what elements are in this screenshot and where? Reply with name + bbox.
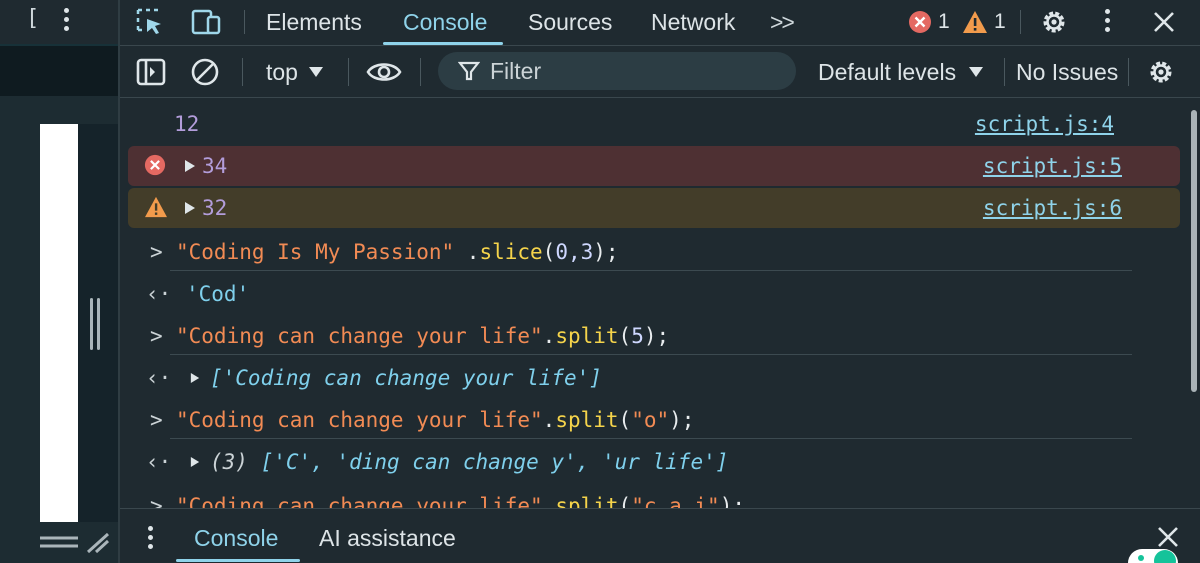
grammarly-icon[interactable]: [1128, 547, 1178, 563]
console-result-line: ‹· ['Coding can change your life']: [120, 358, 1180, 398]
console-result-line: ‹· 'Cod': [120, 274, 1180, 314]
customize-more-icon[interactable]: [1105, 9, 1110, 32]
result-arrow-icon: ‹·: [146, 450, 172, 474]
expand-triangle-icon[interactable]: [190, 455, 200, 469]
toolbar-separator: [1004, 58, 1005, 86]
input-prompt-icon: >: [150, 324, 163, 348]
more-tabs-chevron-icon[interactable]: >>: [770, 6, 795, 38]
drawer-tab-console[interactable]: Console: [194, 525, 278, 552]
expand-triangle-icon[interactable]: [190, 371, 200, 385]
input-prompt-icon: >: [150, 494, 163, 508]
expand-triangle-icon[interactable]: [184, 159, 196, 173]
filter-funnel-icon: [458, 61, 480, 81]
split-drag-handle[interactable]: [90, 298, 102, 350]
context-value: top: [266, 58, 298, 85]
warning-value: 32: [202, 196, 228, 220]
console-message-log: 12 script.js:4: [120, 104, 1180, 144]
drawer-active-indicator: [176, 559, 300, 562]
tabbar-separator: [244, 10, 245, 34]
entry-divider: [170, 438, 1132, 439]
console-input-line: > "Coding can change your life".split("o…: [120, 400, 1180, 440]
device-toolbar-icon[interactable]: [188, 4, 224, 40]
log-value: 12: [174, 112, 200, 136]
input-code: "Coding can change your life".split("o")…: [176, 408, 695, 432]
page-preview: [40, 124, 78, 522]
console-settings-gear-icon[interactable]: [1146, 54, 1176, 90]
close-drawer-icon[interactable]: [1156, 525, 1180, 549]
scrollbar-thumb[interactable]: [1191, 110, 1197, 392]
tab-elements[interactable]: Elements: [266, 6, 362, 38]
tab-network[interactable]: Network: [651, 6, 735, 38]
entry-divider: [170, 270, 1132, 271]
toolbar-separator: [242, 58, 243, 86]
console-scrollbar[interactable]: [1188, 98, 1200, 508]
tabbar-separator: [1020, 10, 1021, 34]
log-levels-dropdown[interactable]: Default levels: [818, 54, 984, 90]
sidebar-toggle-icon[interactable]: [136, 54, 166, 90]
clear-console-icon[interactable]: [190, 54, 220, 90]
close-devtools-icon[interactable]: [1146, 4, 1182, 40]
console-toolbar: top Default levels No Issues: [120, 46, 1200, 98]
log-levels-label: Default levels: [818, 58, 957, 85]
result-arrow-icon: ‹·: [146, 366, 172, 390]
console-message-error: 34 script.js:5: [128, 146, 1180, 186]
left-more-icon[interactable]: [64, 8, 69, 31]
drawer-tab-ai-assistance[interactable]: AI assistance: [319, 525, 456, 552]
devtools-tabbar: Elements Console Sources Network >> 1 1: [120, 0, 1200, 46]
error-icon: [909, 11, 931, 33]
issues-label: No Issues: [1016, 58, 1119, 85]
tab-sources[interactable]: Sources: [528, 6, 612, 38]
console-message-warning: 32 script.js:6: [128, 188, 1180, 228]
filter-input[interactable]: [490, 57, 770, 85]
console-result-line: ‹· (3) ['C', 'ding can change y', 'ur li…: [120, 442, 1180, 482]
bottom-drawer: Console AI assistance: [120, 508, 1200, 563]
tab-console[interactable]: Console: [403, 6, 487, 38]
dropdown-arrow-icon: [308, 67, 323, 77]
error-count: 1: [938, 10, 950, 33]
result-value: (3) ['C', 'ding can change y', 'ur life'…: [210, 450, 729, 474]
expand-triangle-icon[interactable]: [184, 201, 196, 215]
input-code: "Coding can change your life".split(5);: [176, 324, 670, 348]
warning-count-badge[interactable]: 1: [962, 6, 1006, 38]
input-prompt-icon: >: [150, 240, 163, 264]
active-tab-indicator: [383, 42, 503, 45]
warning-icon: [145, 196, 167, 218]
dropdown-arrow-icon: [969, 67, 984, 77]
filter-box[interactable]: [438, 52, 796, 90]
left-toolbar: [0, 46, 120, 96]
error-count-badge[interactable]: 1: [908, 6, 950, 38]
warning-count: 1: [994, 10, 1006, 33]
result-arrow-icon: ‹·: [146, 282, 172, 306]
inspect-element-icon[interactable]: [132, 4, 168, 40]
result-value: ['Coding can change your life']: [210, 366, 602, 390]
input-code: "Coding Is My Passion" .slice(0,3);: [176, 240, 619, 264]
error-value: 34: [202, 154, 228, 178]
console-output: 12 script.js:4 34 script.js:5 32 script.…: [120, 98, 1188, 508]
context-selector[interactable]: top: [266, 54, 324, 90]
input-prompt-icon: >: [150, 408, 163, 432]
page-preview-panel: [: [0, 0, 120, 563]
toolbar-separator: [420, 58, 421, 86]
resize-handle-icon[interactable]: [38, 530, 118, 556]
entry-divider: [170, 354, 1132, 355]
bracket-glyph: [: [26, 6, 40, 31]
warning-icon: [963, 11, 987, 33]
live-expression-eye-icon[interactable]: [366, 54, 402, 90]
error-icon: [144, 154, 166, 176]
left-topbar: [0, 0, 120, 46]
settings-gear-icon[interactable]: [1036, 4, 1072, 40]
drawer-more-icon[interactable]: [148, 526, 153, 549]
issues-button[interactable]: No Issues: [1016, 54, 1118, 90]
source-link[interactable]: script.js:5: [983, 154, 1122, 178]
console-input-line: > "Coding can change your life".split(5)…: [120, 316, 1180, 356]
toolbar-separator: [1128, 58, 1129, 86]
source-link[interactable]: script.js:4: [975, 112, 1114, 136]
console-input-line: > "Coding Is My Passion" .slice(0,3);: [120, 232, 1180, 272]
input-code: "Coding can change your life".split("c a…: [176, 494, 745, 508]
toolbar-separator: [348, 58, 349, 86]
result-value: 'Cod': [186, 282, 250, 306]
source-link[interactable]: script.js:6: [983, 196, 1122, 220]
console-input-line: > "Coding can change your life".split("c…: [120, 486, 1180, 508]
